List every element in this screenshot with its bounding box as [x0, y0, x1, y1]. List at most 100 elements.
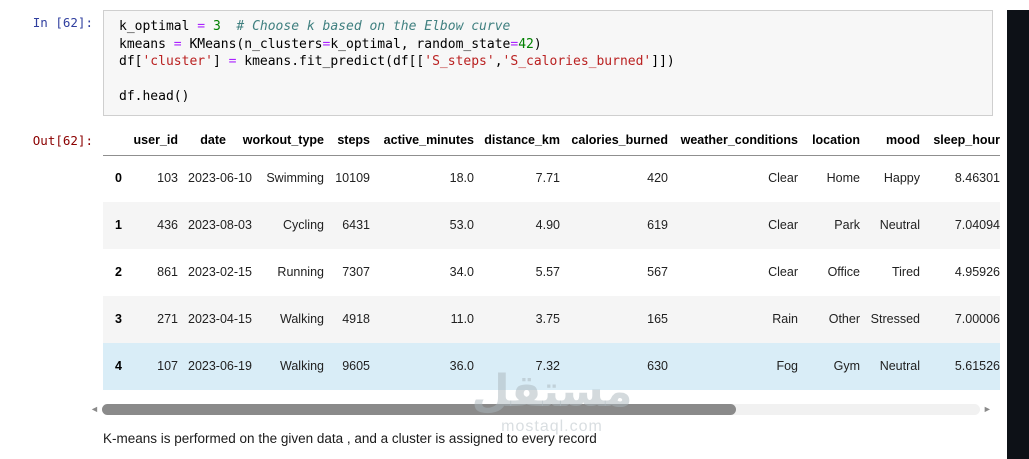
cell: 7.00006 [954, 312, 1000, 326]
input-cell: In [62]: k_optimal = 3 # Choose k based … [0, 10, 1029, 116]
column-header-location: location [803, 127, 865, 156]
row-index: 2 [115, 265, 122, 279]
table-row: 1 436 2023-08-03 Cycling 6431 53.0 4.90 619 Clea… [103, 202, 1000, 249]
code-token: 'S_steps' [424, 54, 495, 69]
cell: Neutral [879, 218, 920, 232]
code-token: 42 [518, 36, 534, 52]
cell: 567 [647, 265, 668, 279]
code-line: df['cluster'] = kmeans.fit_predict(df[['… [119, 53, 984, 71]
code-token: 'cluster' [142, 54, 213, 69]
cell: 9605 [342, 359, 370, 373]
input-prompt: In [62]: [32, 15, 93, 30]
code-block[interactable]: k_optimal = 3 # Choose k based on the El… [119, 18, 984, 106]
table-row: 2 861 2023-02-15 Running 7307 34.0 5.57 567 Clea… [103, 249, 1000, 296]
cell: Happy [883, 171, 920, 186]
code-token: kmeans.fit_predict(df[[ [236, 54, 425, 69]
scrollbar-track[interactable] [101, 404, 980, 415]
cell: Home [826, 171, 860, 186]
cell: 107 [157, 359, 178, 373]
cell: 619 [647, 218, 668, 232]
column-header-user_id: user_id [127, 127, 183, 156]
cell: Tired [891, 265, 920, 279]
code-token: 'S_calories_burned' [502, 54, 652, 69]
cell: 7.71 [535, 171, 560, 186]
table-row: 3 271 2023-04-15 Walking 4918 11.0 3.75 165 Rain… [103, 296, 1000, 343]
horizontal-scrollbar[interactable]: ◄ ► [90, 403, 1029, 416]
cell: 36.0 [449, 359, 474, 373]
column-header-mood: mood [865, 127, 925, 156]
cell: 11.0 [450, 312, 474, 326]
notebook-page: In [62]: k_optimal = 3 # Choose k based … [0, 10, 1029, 459]
code-line: df.head() [119, 88, 984, 106]
output-prompt: Out[62]: [32, 132, 93, 148]
column-header-workout_type: workout_type [231, 127, 329, 156]
cell: 2023-06-10 [188, 171, 252, 186]
code-token: ] [212, 54, 229, 69]
cell: 7.04094 [954, 218, 1000, 232]
code-token: = [173, 36, 182, 52]
dataframe-viewport: user_id date workout_type steps active_minut… [103, 127, 1000, 390]
cell: 2023-08-03 [188, 218, 252, 232]
cell: 861 [157, 265, 178, 279]
cell: 4.95926 [954, 265, 1000, 279]
cell: 4.90 [535, 218, 560, 232]
scroll-right-arrow-icon[interactable]: ► [983, 403, 992, 416]
cell: 630 [647, 359, 668, 373]
cell: 2023-04-15 [188, 312, 252, 326]
cell: 7.32 [535, 359, 560, 373]
row-index: 3 [115, 312, 122, 326]
code-token: kmeans [119, 36, 174, 52]
code-token: = [197, 19, 206, 34]
code-token: df[ [119, 54, 143, 69]
cell: 271 [157, 312, 178, 326]
column-header-steps: steps [329, 127, 375, 156]
scrollbar-thumb[interactable] [101, 404, 736, 415]
column-header-sleep_hour: sleep_hour [925, 127, 1000, 156]
cell: 34.0 [449, 265, 474, 279]
cell: 2023-06-19 [188, 359, 252, 373]
cell: Fog [776, 359, 798, 373]
code-token: k_optimal [119, 19, 198, 34]
cell: Clear [768, 171, 798, 186]
code-line: kmeans = KMeans(n_clusters=k_optimal, ra… [119, 36, 984, 54]
column-header-index [103, 127, 127, 156]
cell: Gym [833, 359, 860, 373]
cell: 7307 [342, 265, 370, 279]
table-row: 0 103 2023-06-10 Swimming 10109 18.0 7.71 420 Cl… [103, 155, 1000, 202]
code-token: KMeans(n_clusters [181, 36, 323, 52]
code-token: df.head() [119, 89, 190, 104]
column-header-date: date [183, 127, 231, 156]
cell: 420 [647, 171, 668, 186]
code-line: k_optimal = 3 # Choose k based on the El… [119, 18, 984, 36]
cell: Office [827, 265, 860, 279]
cell: 10109 [335, 171, 370, 186]
table-row: 4 107 2023-06-19 Walking 9605 36.0 7.32 630 Fog G… [103, 343, 1000, 390]
cell: 4918 [342, 312, 370, 326]
window-edge-dark-strip [1007, 10, 1029, 459]
code-token: # Choose k based on the Elbow curve [236, 19, 511, 34]
header-row: user_id date workout_type steps active_minut… [103, 127, 1000, 156]
row-index: 0 [115, 171, 122, 186]
column-header-calories_burned: calories_burned [565, 127, 673, 156]
cell: 2023-02-15 [188, 265, 252, 279]
code-editor[interactable]: k_optimal = 3 # Choose k based on the El… [103, 10, 993, 116]
cell: Clear [768, 218, 798, 232]
code-token: 3 [212, 19, 221, 34]
cell: 18.0 [449, 171, 474, 186]
row-index: 1 [115, 218, 122, 232]
code-token: , [494, 54, 503, 69]
output-cell: Out[62]: user_id date workout_type steps act… [0, 127, 1029, 446]
cell: 165 [647, 312, 668, 326]
cell: 3.75 [535, 312, 560, 326]
cell: 5.61526 [954, 359, 1000, 373]
cell: 53.0 [449, 218, 474, 232]
column-header-weather_conditions: weather_conditions [673, 127, 803, 156]
column-header-distance_km: distance_km [479, 127, 565, 156]
code-token: ) [533, 36, 542, 52]
scroll-left-arrow-icon[interactable]: ◄ [90, 403, 99, 416]
code-token: k_optimal, random_state [330, 36, 511, 52]
column-header-active_minutes: active_minutes [375, 127, 479, 156]
cell: Park [834, 218, 860, 232]
